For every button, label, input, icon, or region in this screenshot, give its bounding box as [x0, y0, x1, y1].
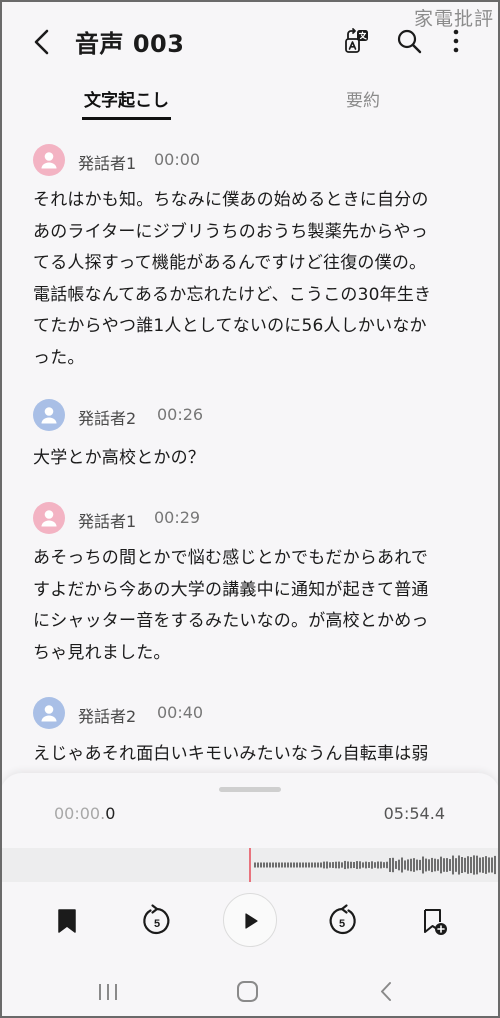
waveform-scrubber[interactable]: [0, 848, 500, 882]
total-time: 05:54.4: [383, 804, 445, 823]
speaker-row: 発話者1 00:29: [0, 498, 500, 538]
speaker-row: 発話者2 00:40: [0, 693, 500, 733]
person-icon: [41, 407, 57, 424]
person-icon: [41, 152, 57, 169]
rewind-5-label: 5: [154, 918, 160, 930]
timestamp[interactable]: 00:40: [157, 703, 203, 722]
add-bookmark-icon: [424, 909, 447, 935]
utterance-line: てる人探すって機能があるんですけど往復の僕の。: [33, 253, 427, 273]
back-button[interactable]: [28, 26, 58, 58]
waveform: [249, 848, 496, 882]
timestamp[interactable]: 00:29: [154, 508, 200, 527]
utterance-line: すよだから今あの大学の講義中に通知が起きて普通: [33, 579, 429, 600]
speaker-avatar[interactable]: [33, 697, 65, 729]
speaker-row: 発話者1 00:00: [0, 140, 500, 180]
utterance-line: あのライターにジブリうちのおうち製薬先からやっ: [33, 221, 428, 242]
utterance-line: 大学とか高校とかの？: [33, 448, 205, 468]
person-icon: [41, 510, 57, 527]
forward-5-icon: 5: [329, 904, 356, 935]
rewind-5-icon: 5: [143, 904, 170, 935]
utterance-line: にシャッター音をするみたいなの。が高校とかめっ: [33, 611, 429, 631]
timestamp[interactable]: 00:26: [157, 405, 203, 424]
utterance-line: それはかも知。ちなみに僕あの始めるときに自分の: [33, 190, 429, 210]
system-navigation-bar: [0, 968, 500, 1018]
utterance-text: えじゃあそれ面白いキモいみたいなうん自転車は弱: [33, 739, 473, 771]
utterance-line: ちゃ見れました。: [33, 642, 171, 663]
recent-apps-button[interactable]: [88, 974, 128, 1008]
utterance-text: あそっちの間とかで悩む感じとかでもだからあれで すよだから今あの大学の講義中に通…: [33, 543, 473, 669]
speaker-name: 発話者2: [78, 707, 137, 726]
speaker-name: 発話者2: [78, 409, 137, 428]
speaker-avatar[interactable]: [33, 399, 65, 431]
add-bookmark-button[interactable]: [414, 901, 454, 941]
speaker-row: 発話者2 00:26: [0, 395, 500, 435]
speaker-name: 発話者1: [78, 154, 137, 173]
watermark: 家電批評: [413, 8, 494, 30]
back-nav-icon: [381, 982, 391, 1001]
home-icon: [237, 981, 258, 1002]
current-time: 00:00.0: [54, 804, 115, 823]
speaker-avatar[interactable]: [33, 144, 65, 176]
utterance-line: った。: [33, 347, 85, 368]
bookmark-button[interactable]: [48, 901, 88, 941]
utterance-line: てたからやつ誰1人としてないのに56人しかいなか: [33, 316, 427, 336]
tab-transcript[interactable]: 文字起こし: [82, 86, 171, 120]
rewind-5-button[interactable]: 5: [137, 901, 177, 941]
play-icon: [245, 913, 258, 929]
playback-controls: 5 5: [0, 893, 500, 953]
utterance-text: 大学とか高校とかの？: [33, 443, 473, 475]
transcript-entry[interactable]: 発話者2 00:40 えじゃあそれ面白いキモいみたいなうん自転車は弱: [0, 693, 500, 764]
transcript-entry[interactable]: 発話者1 00:29 あそっちの間とかで悩む感じとかでもだからあれで すよだから…: [0, 498, 500, 663]
transcript-entry[interactable]: 発話者1 00:00 それはかも知。ちなみに僕あの始めるときに自分の あのライタ…: [0, 140, 500, 368]
speaker-name: 発話者1: [78, 512, 137, 531]
person-icon: [41, 705, 57, 722]
home-button[interactable]: [228, 974, 268, 1008]
current-time-dim: 00:00.: [54, 804, 106, 823]
utterance-text: それはかも知。ちなみに僕あの始めるときに自分の あのライターにジブリうちのおうち…: [33, 185, 473, 374]
translate-icon: [345, 28, 368, 53]
recent-apps-icon: [99, 984, 117, 1000]
utterance-line: あそっちの間とかで悩む感じとかでもだからあれで: [33, 548, 429, 568]
drag-handle[interactable]: [219, 787, 281, 792]
speaker-avatar[interactable]: [33, 502, 65, 534]
utterance-line: えじゃあそれ面白いキモいみたいなうん自転車は弱: [33, 744, 429, 764]
forward-5-label: 5: [339, 918, 345, 930]
back-nav-button[interactable]: [366, 974, 406, 1008]
utterance-line: 電話帳なんてあるか忘れたけど、こうこの30年生き: [33, 284, 432, 305]
play-button[interactable]: [223, 893, 277, 947]
timestamp[interactable]: 00:00: [154, 150, 200, 169]
tab-summary[interactable]: 要約: [346, 86, 380, 120]
back-icon: [34, 29, 49, 55]
transcript-list: 発話者1 00:00 それはかも知。ちなみに僕あの始めるときに自分の あのライタ…: [0, 140, 500, 790]
forward-5-button[interactable]: 5: [322, 901, 362, 941]
bookmark-icon: [58, 909, 76, 933]
page-title: 音声 003: [75, 30, 185, 58]
current-time-bold: 0: [105, 804, 116, 823]
translate-button[interactable]: [342, 26, 372, 56]
transcript-entry[interactable]: 発話者2 00:26 大学とか高校とかの？: [0, 395, 500, 468]
tab-bar: 文字起こし 要約: [0, 86, 500, 122]
playback-panel: 00:00.0 05:54.4 5 5: [0, 773, 500, 1018]
